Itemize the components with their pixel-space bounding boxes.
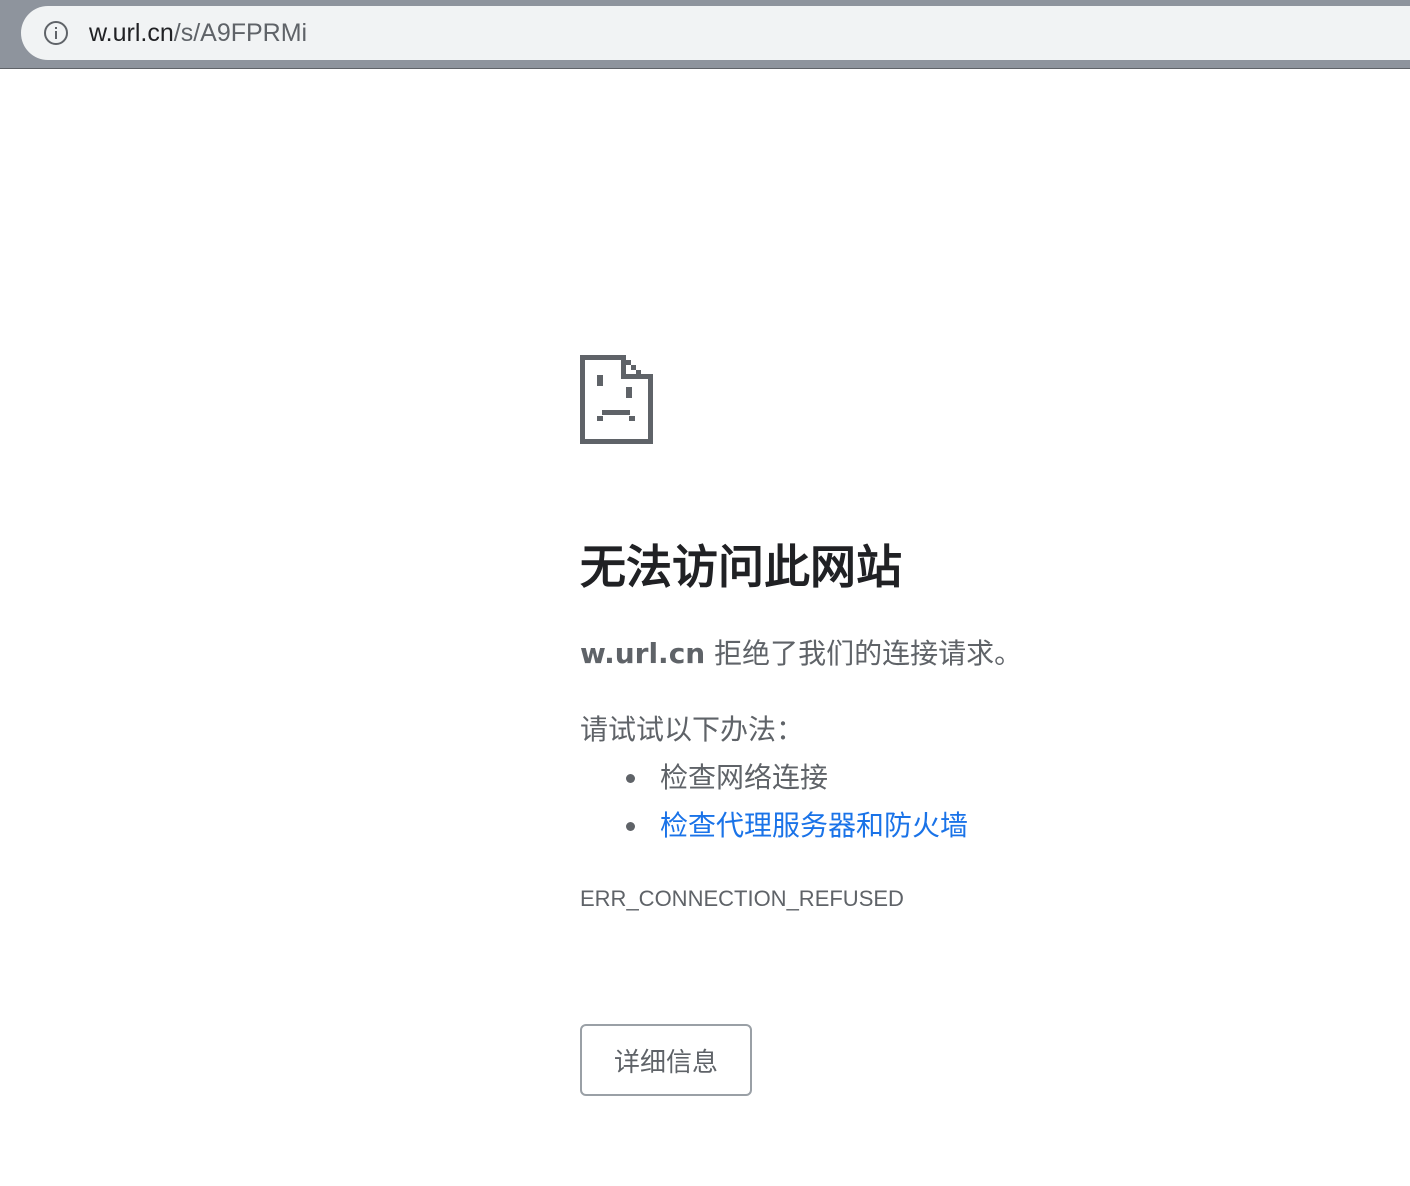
browser-toolbar: w.url.cn/s/A9FPRMi xyxy=(0,0,1410,69)
suggestion-item-check-proxy-firewall: 检查代理服务器和防火墙 xyxy=(580,802,1280,850)
error-headline: 无法访问此网站 xyxy=(580,540,902,594)
error-code: ERR_CONNECTION_REFUSED xyxy=(580,886,904,911)
check-proxy-firewall-link[interactable]: 检查代理服务器和防火墙 xyxy=(660,809,968,842)
address-bar[interactable]: w.url.cn/s/A9FPRMi xyxy=(21,6,1410,60)
suggestion-item-check-network: 检查网络连接 xyxy=(580,754,1280,802)
url-text[interactable]: w.url.cn/s/A9FPRMi xyxy=(89,6,307,60)
url-host: w.url.cn xyxy=(89,19,174,47)
suggestion-text: 检查网络连接 xyxy=(660,761,829,794)
bullet-icon xyxy=(626,774,635,783)
info-icon[interactable] xyxy=(43,20,69,46)
bullet-icon xyxy=(626,822,635,831)
error-description: w.url.cn 拒绝了我们的连接请求。 xyxy=(580,634,1280,674)
url-path: /s/A9FPRMi xyxy=(173,19,308,47)
error-message: 拒绝了我们的连接请求。 xyxy=(705,637,1023,670)
error-content: 无法访问此网站 w.url.cn 拒绝了我们的连接请求。 请试试以下办法： 检查… xyxy=(580,355,1280,1096)
sad-document-icon xyxy=(580,355,653,444)
error-host: w.url.cn xyxy=(580,637,706,670)
details-button[interactable]: 详细信息 xyxy=(580,1024,752,1096)
suggestions-label: 请试试以下办法： xyxy=(580,713,805,746)
suggestions-list: 检查网络连接 检查代理服务器和防火墙 xyxy=(580,754,1280,850)
